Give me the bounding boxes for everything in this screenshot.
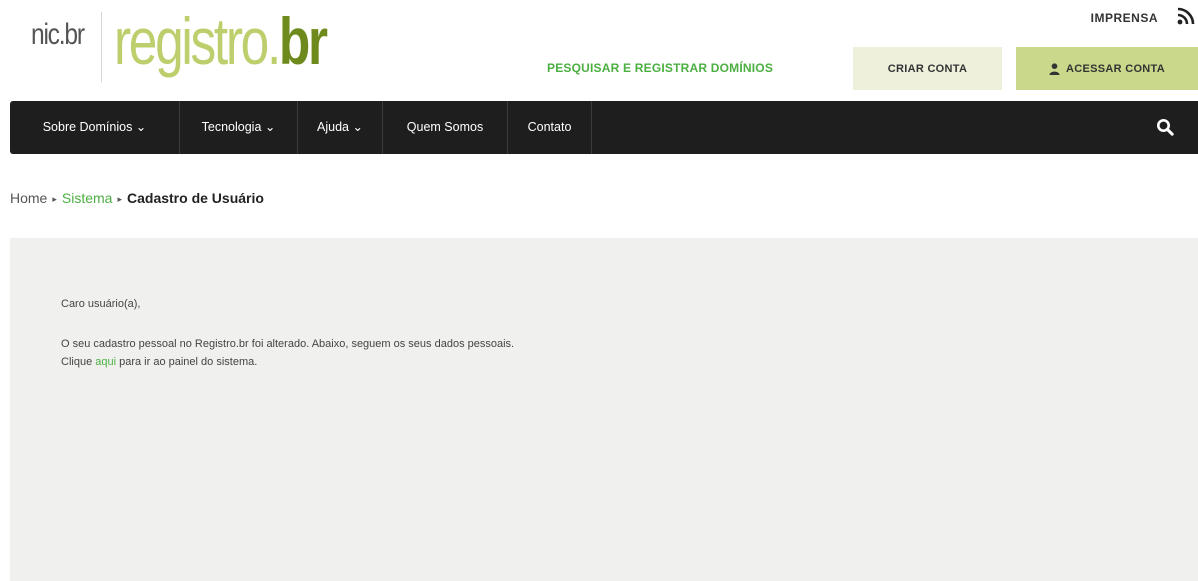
breadcrumb: Home ▸ Sistema ▸ Cadastro de Usuário: [10, 190, 264, 206]
login-button-label: ACESSAR CONTA: [1065, 62, 1166, 75]
login-button[interactable]: ACESSAR CONTA: [1016, 47, 1198, 90]
rss-icon[interactable]: [1176, 6, 1196, 26]
breadcrumb-separator-icon: ▸: [117, 194, 122, 204]
logo-divider: [101, 12, 102, 82]
nav-item-contato[interactable]: Contato: [508, 101, 592, 154]
nav-item-quem-somos[interactable]: Quem Somos: [383, 101, 508, 154]
panel-link-line: Clique aqui para ir ao painel do sistema…: [61, 353, 514, 371]
breadcrumb-separator-icon: ▸: [52, 194, 57, 204]
logo-registro-text: registro.: [114, 4, 281, 78]
panel-link-prefix: Clique: [61, 356, 96, 368]
nav-item-tecnologia[interactable]: Tecnologia ⌄: [180, 101, 298, 154]
imprensa-link[interactable]: IMPRENSA: [1091, 11, 1158, 25]
panel-link-suffix: para ir ao painel do sistema.: [116, 356, 258, 368]
nav-item-sobre-dominios[interactable]: Sobre Domínios ⌄: [10, 101, 180, 154]
search-register-domains-link[interactable]: PESQUISAR E REGISTRAR DOMÍNIOS: [547, 61, 773, 75]
breadcrumb-current: Cadastro de Usuário: [127, 190, 264, 206]
registro-br-logo[interactable]: registro.br: [114, 0, 328, 82]
message-body: Caro usuário(a), O seu cadastro pessoal …: [61, 295, 514, 371]
panel-link[interactable]: aqui: [95, 356, 116, 368]
breadcrumb-home[interactable]: Home: [10, 190, 47, 206]
logo-br-text: br: [278, 4, 328, 78]
greeting-text: Caro usuário(a),: [61, 298, 141, 310]
user-icon: [1049, 62, 1060, 75]
nav-item-ajuda[interactable]: Ajuda ⌄: [298, 101, 383, 154]
content-panel: Caro usuário(a), O seu cadastro pessoal …: [10, 238, 1198, 581]
search-icon[interactable]: [1156, 118, 1174, 136]
create-account-button[interactable]: CRIAR CONTA: [853, 47, 1002, 90]
nic-br-logo[interactable]: nic.br: [31, 18, 85, 52]
main-navbar: Sobre Domínios ⌄ Tecnologia ⌄ Ajuda ⌄ Qu…: [10, 101, 1198, 154]
profile-changed-text: O seu cadastro pessoal no Registro.br fo…: [61, 338, 515, 350]
breadcrumb-sistema[interactable]: Sistema: [62, 190, 113, 206]
